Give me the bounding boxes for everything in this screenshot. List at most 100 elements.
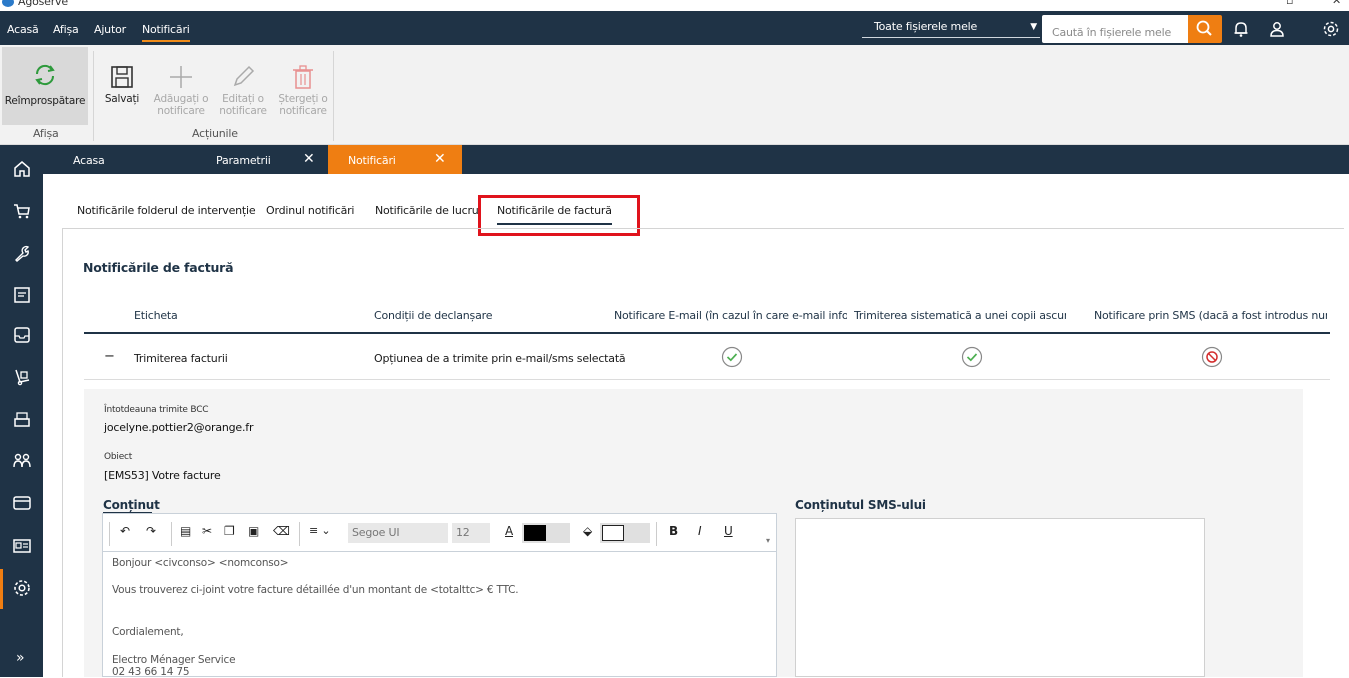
- row-condition: Opțiunea de a trimite prin e-mail/sms se…: [374, 352, 626, 365]
- editor-line[interactable]: Bonjour <civconso> <nomconso>: [112, 557, 289, 569]
- search-button[interactable]: [1188, 15, 1222, 43]
- menu-notificari[interactable]: Notificări: [142, 23, 190, 42]
- save-icon: [111, 66, 133, 88]
- user-icon[interactable]: [1268, 20, 1286, 38]
- menu-ajutor[interactable]: Ajutor: [94, 23, 126, 36]
- tab-parametrii[interactable]: Parametrii ✕: [216, 145, 328, 174]
- refresh-button[interactable]: Reîmprospătare: [2, 47, 88, 125]
- subtab-ordinul[interactable]: Ordinul notificări: [266, 204, 354, 217]
- left-sidebar: »: [0, 145, 43, 677]
- row-label: Trimiterea facturii: [134, 352, 228, 365]
- settings-icon[interactable]: [12, 578, 32, 598]
- scope-select[interactable]: Toate fișierele mele ▼: [862, 17, 1040, 38]
- ribbon-separator: [93, 51, 94, 141]
- col-conditii[interactable]: Condiții de declanșare: [374, 309, 492, 322]
- search-input[interactable]: Caută în fișierele mele: [1042, 15, 1190, 43]
- fill-color-icon[interactable]: ⬙: [583, 524, 592, 538]
- refresh-icon: [35, 64, 55, 86]
- sidebar-active-indicator: [0, 569, 3, 609]
- menu-acasa[interactable]: Acasă: [7, 23, 39, 36]
- font-color-picker[interactable]: [522, 523, 570, 543]
- close-tab-icon[interactable]: ✕: [303, 151, 315, 167]
- check-circle-icon[interactable]: [721, 346, 743, 368]
- header-divider: [84, 332, 1330, 334]
- toolbar-overflow-icon[interactable]: ▾: [766, 536, 770, 545]
- subject-value[interactable]: [EMS53] Votre facture: [104, 469, 221, 482]
- editor-line[interactable]: Cordialement,: [112, 626, 184, 638]
- editor-line[interactable]: Electro Ménager Service: [112, 654, 236, 666]
- align-icon[interactable]: ≡ ⌄: [309, 524, 331, 537]
- editor-toolbar: ↶ ↷ ▤ ✂ ❐ ▣ ⌫ ≡ ⌄ Segoe UI 12 A ⬙ B I U …: [103, 514, 776, 552]
- select-all-icon[interactable]: ▤: [180, 524, 191, 538]
- main-menubar: Acasă Afișa Ajutor Notificări Toate fiși…: [0, 11, 1349, 45]
- edit-notification-button[interactable]: Editați o notificare: [216, 47, 270, 117]
- subtab-lucru[interactable]: Notificările de lucru: [375, 204, 479, 217]
- col-bcc[interactable]: Trimiterea sistematică a unei copii ascu…: [854, 309, 1066, 322]
- fill-color-picker[interactable]: [600, 523, 650, 543]
- menu-afisa[interactable]: Afișa: [53, 23, 79, 36]
- scope-selected-label: Toate fișierele mele: [874, 20, 978, 33]
- group-display-label: Afișa: [33, 127, 59, 140]
- col-email[interactable]: Notificare E-mail (în cazul în care e-ma…: [614, 309, 847, 322]
- col-sms[interactable]: Notificare prin SMS (dacă a fost introdu…: [1094, 309, 1327, 322]
- window-title: Agoserve: [18, 0, 68, 8]
- subject-label: Obiect: [104, 452, 133, 462]
- add-notification-label: Adăugați o notificare: [153, 93, 209, 117]
- save-label: Salvați: [104, 93, 140, 105]
- bcc-label: Întotdeauna trimite BCC: [104, 405, 209, 415]
- tab-notificari-label: Notificări: [348, 154, 396, 167]
- undo-icon[interactable]: ↶: [120, 524, 130, 538]
- bold-icon[interactable]: B: [669, 524, 678, 538]
- tab-acasa[interactable]: Acasa: [73, 145, 105, 174]
- team-icon[interactable]: [12, 451, 32, 471]
- bcc-value[interactable]: jocelyne.pottier2@orange.fr: [104, 421, 253, 434]
- plus-icon: [170, 66, 192, 88]
- col-eticheta[interactable]: Eticheta: [134, 309, 178, 322]
- underline-icon[interactable]: U: [724, 524, 733, 538]
- font-color-icon[interactable]: A: [505, 524, 513, 538]
- inbox-icon[interactable]: [12, 325, 32, 345]
- expand-sidebar-icon[interactable]: »: [16, 650, 25, 666]
- add-notification-button[interactable]: Adăugați o notificare: [152, 47, 210, 117]
- hand-truck-icon[interactable]: [12, 367, 32, 387]
- close-window-icon[interactable]: ✕: [1332, 0, 1341, 7]
- sms-content-input[interactable]: [795, 518, 1205, 677]
- font-family-select[interactable]: Segoe UI: [348, 523, 448, 543]
- close-tab-icon[interactable]: ✕: [434, 151, 446, 167]
- sms-heading: Conținutul SMS-ului: [795, 498, 926, 512]
- edit-notification-label: Editați o notificare: [219, 93, 267, 117]
- bell-icon[interactable]: [1232, 20, 1250, 38]
- subtab-folder-interventie[interactable]: Notificările folderul de intervenție: [77, 204, 256, 217]
- email-body-editor: ↶ ↷ ▤ ✂ ❐ ▣ ⌫ ≡ ⌄ Segoe UI 12 A ⬙ B I U …: [102, 513, 777, 678]
- font-size-select[interactable]: 12: [452, 523, 490, 543]
- search-placeholder: Caută în fișierele mele: [1052, 26, 1172, 39]
- paste-icon[interactable]: ▣: [248, 524, 259, 538]
- collapse-toggle[interactable]: −: [104, 349, 115, 364]
- save-button[interactable]: Salvați: [102, 47, 142, 105]
- id-card-icon[interactable]: [12, 536, 32, 556]
- home-icon[interactable]: [12, 159, 32, 179]
- editor-line[interactable]: 02 43 66 14 75: [112, 666, 190, 678]
- gear-icon[interactable]: [1322, 20, 1340, 38]
- cut-icon[interactable]: ✂: [202, 524, 212, 538]
- restore-icon[interactable]: ▫: [1286, 0, 1293, 7]
- card-icon[interactable]: [12, 493, 32, 513]
- cart-icon[interactable]: [12, 201, 32, 221]
- italic-icon[interactable]: I: [698, 524, 702, 538]
- editor-line[interactable]: Vous trouverez ci-joint votre facture dé…: [112, 584, 519, 596]
- forbidden-icon[interactable]: [1201, 346, 1223, 368]
- cash-register-icon[interactable]: [12, 409, 32, 429]
- clear-format-icon[interactable]: ⌫: [273, 524, 290, 538]
- window-titlebar: Agoserve ▫ ✕: [0, 0, 1349, 11]
- search-icon: [1196, 20, 1212, 36]
- tab-notificari[interactable]: Notificări ✕: [328, 145, 462, 174]
- redo-icon[interactable]: ↷: [146, 524, 156, 538]
- app-logo-icon: [2, 0, 14, 7]
- check-circle-icon[interactable]: [961, 346, 983, 368]
- wrench-icon[interactable]: [12, 243, 32, 263]
- document-icon[interactable]: [12, 285, 32, 305]
- copy-icon[interactable]: ❐: [224, 524, 235, 538]
- delete-notification-button[interactable]: Ștergeți o notificare: [276, 47, 330, 117]
- refresh-label: Reîmprospătare: [4, 95, 86, 107]
- row-divider: [84, 379, 1330, 380]
